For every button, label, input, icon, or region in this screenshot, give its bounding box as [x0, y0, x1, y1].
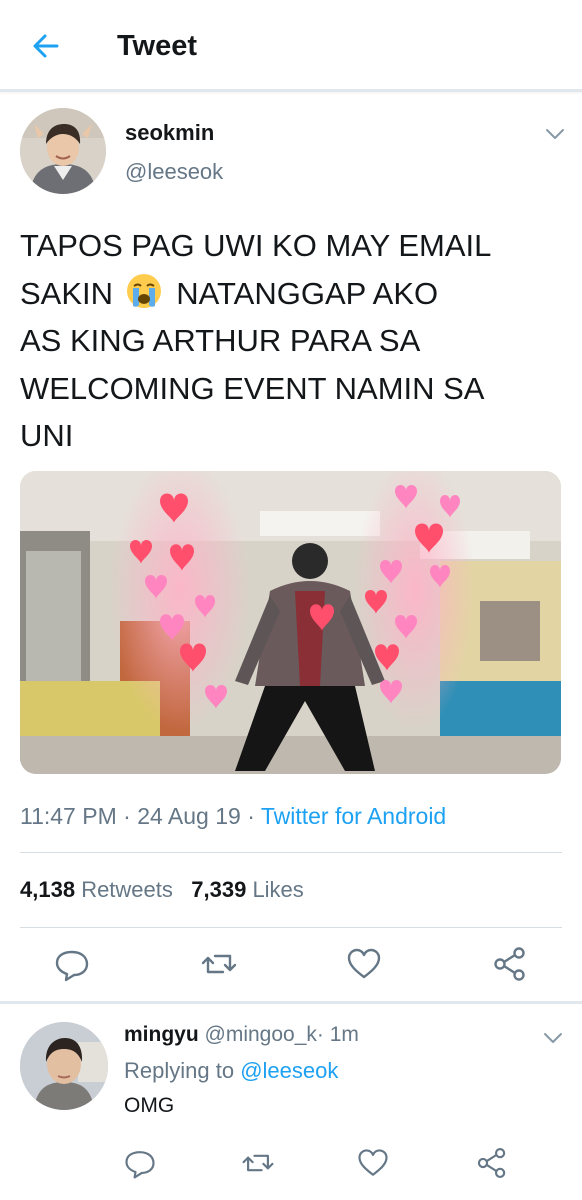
- likes-stat[interactable]: 7,339 Likes: [191, 877, 304, 902]
- author-name[interactable]: seokmin: [125, 119, 214, 147]
- reply-button[interactable]: [52, 944, 92, 984]
- like-button[interactable]: [344, 944, 384, 984]
- reply-share-button[interactable]: [474, 1145, 510, 1181]
- tweet-timestamp: 11:47 PM · 24 Aug 19 · Twitter for Andro…: [20, 800, 446, 832]
- crying-face-emoji-icon: [124, 272, 164, 310]
- separator: ·: [247, 803, 255, 829]
- separator: ·: [123, 803, 131, 829]
- back-button[interactable]: [26, 28, 66, 64]
- author-handle[interactable]: @leeseok: [125, 158, 223, 186]
- chevron-down-icon: [546, 129, 564, 139]
- reply-icon: [55, 950, 89, 982]
- retweet-icon: [201, 954, 237, 974]
- top-bar: Tweet: [0, 0, 582, 92]
- like-icon: [347, 948, 381, 979]
- tweet-text: TAPOS PAG UWI KO MAY EMAIL SAKIN NATANGG…: [20, 222, 560, 460]
- reply-icon: [125, 1151, 155, 1179]
- page-title: Tweet: [117, 30, 198, 62]
- reply-reply-button[interactable]: [122, 1145, 158, 1181]
- tweet-date: 24 Aug 19: [137, 803, 241, 829]
- retweets-stat[interactable]: 4,138 Retweets: [20, 877, 173, 902]
- divider: [20, 852, 562, 853]
- share-icon: [494, 947, 525, 981]
- tweet-menu-button[interactable]: [543, 126, 567, 142]
- section-divider: [0, 1001, 582, 1004]
- tweet-media-image[interactable]: [20, 471, 561, 774]
- share-icon: [477, 1147, 506, 1179]
- author-avatar[interactable]: [20, 108, 106, 194]
- tweet-text-line: WELCOMING EVENT NAMIN SA: [20, 370, 485, 406]
- divider: [20, 927, 562, 928]
- retweet-button[interactable]: [199, 944, 239, 984]
- reply-text: OMG: [124, 1094, 175, 1117]
- tweet-text-line: AS KING ARTHUR PARA SA: [20, 323, 421, 358]
- replying-to-mention[interactable]: @leeseok: [240, 1058, 338, 1083]
- tweet-stats: 4,138 Retweets 7,339 Likes: [20, 874, 304, 906]
- reply-header: mingyu @mingoo_k· 1m: [124, 1021, 359, 1049]
- reply-author-name[interactable]: mingyu: [124, 1023, 199, 1046]
- tweet-source-link[interactable]: Twitter for Android: [261, 803, 446, 829]
- tweet-time: 11:47 PM: [20, 803, 117, 829]
- reply-age: 1m: [329, 1023, 359, 1046]
- back-arrow-icon: [33, 34, 59, 58]
- retweet-icon: [242, 1154, 274, 1172]
- tweet-text-line: UNI: [20, 418, 74, 453]
- separator: ·: [316, 1023, 324, 1046]
- tweet-text-line: SAKIN NATANGGAP AKO: [20, 270, 560, 318]
- reply-author-handle[interactable]: @mingoo_k: [205, 1023, 317, 1046]
- reply-retweet-button[interactable]: [240, 1145, 276, 1181]
- reply-like-button[interactable]: [355, 1145, 391, 1181]
- replying-to: Replying to @leeseok: [124, 1058, 339, 1083]
- chevron-down-icon: [544, 1033, 562, 1043]
- like-icon: [358, 1149, 388, 1176]
- share-button[interactable]: [490, 944, 530, 984]
- tweet-text-line: TAPOS PAG UWI KO MAY EMAIL: [20, 228, 492, 263]
- reply-author-avatar[interactable]: [20, 1022, 108, 1110]
- reply-menu-button[interactable]: [541, 1030, 565, 1046]
